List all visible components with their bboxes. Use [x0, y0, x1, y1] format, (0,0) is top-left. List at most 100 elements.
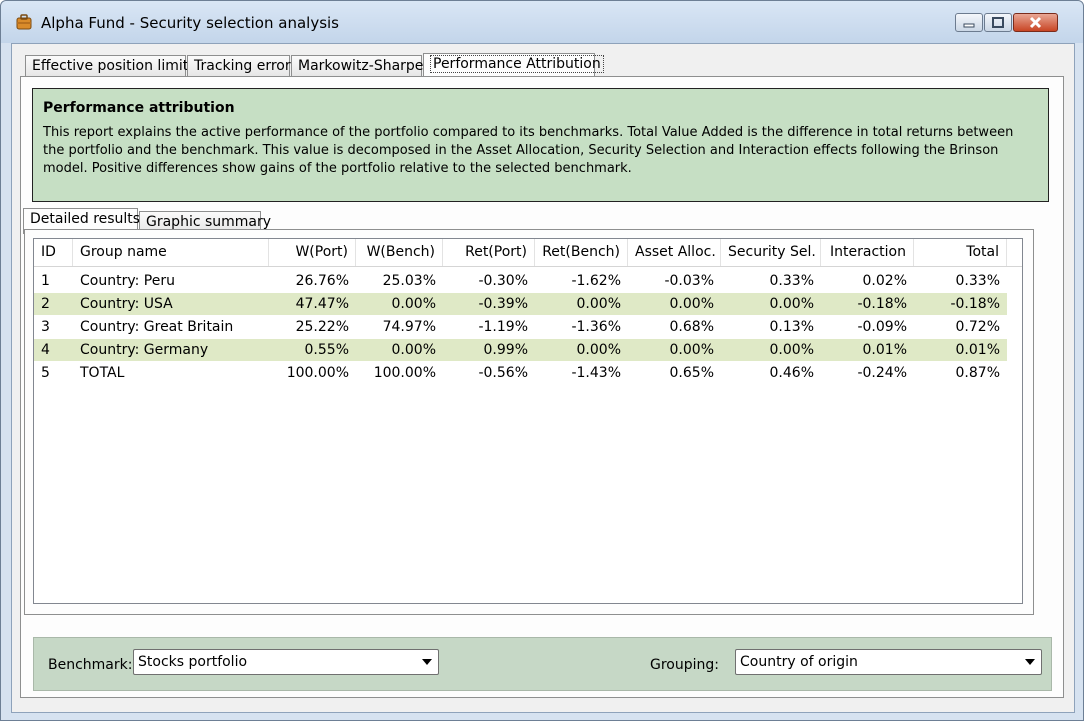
cell-ret-bench: 0.00% [535, 339, 628, 361]
cell-total: 0.01% [914, 339, 1007, 361]
info-title: Performance attribution [43, 100, 235, 116]
options-bar: Benchmark: Stocks portfolio Grouping: Co… [33, 637, 1052, 691]
col-header-id[interactable]: ID [34, 239, 73, 266]
maximize-icon [992, 17, 1004, 28]
table-row[interactable]: 5 TOTAL 100.00% 100.00% -0.56% -1.43% 0.… [34, 362, 1022, 385]
tab-label: Performance Attribution [430, 55, 604, 73]
cell-interaction: -0.24% [857, 365, 907, 381]
cell-group-name: Country: Peru [80, 273, 175, 289]
cell-id: 5 [41, 365, 50, 381]
maximize-button[interactable] [984, 13, 1012, 32]
tab-tracking-error[interactable]: Tracking error [187, 55, 291, 77]
cell-ret-port: -0.39% [443, 293, 535, 315]
cell-security-sel: 0.46% [769, 365, 814, 381]
col-header-ret-port[interactable]: Ret(Port) [443, 239, 535, 266]
cell-ret-bench: -1.36% [571, 319, 621, 335]
cell-w-bench: 100.00% [373, 365, 436, 381]
cell-w-port: 25.22% [295, 319, 349, 335]
tab-label: Effective position limits [32, 58, 196, 74]
benchmark-select[interactable]: Stocks portfolio [133, 649, 439, 675]
cell-ret-bench: -1.62% [571, 273, 621, 289]
cell-asset-alloc: 0.00% [628, 339, 721, 361]
cell-security-sel: 0.00% [721, 339, 821, 361]
app-window: Alpha Fund - Security selection analysis… [0, 0, 1084, 721]
performance-attribution-panel: Performance attribution This report expl… [20, 76, 1064, 698]
cell-ret-port: -1.19% [478, 319, 528, 335]
cell-security-sel: 0.13% [769, 319, 814, 335]
cell-asset-alloc: -0.03% [664, 273, 714, 289]
cell-interaction: -0.09% [857, 319, 907, 335]
table-header: ID Group name W(Port) W(Bench) Ret(Port)… [34, 239, 1022, 267]
results-table[interactable]: ID Group name W(Port) W(Bench) Ret(Port)… [33, 238, 1023, 604]
table-row[interactable]: 4 Country: Germany 0.55% 0.00% 0.99% 0.0… [34, 339, 1022, 362]
cell-total: -0.18% [914, 293, 1007, 315]
tab-performance-attribution[interactable]: Performance Attribution [423, 53, 604, 78]
cell-w-bench: 25.03% [382, 273, 436, 289]
cell-ret-bench: 0.00% [535, 293, 628, 315]
col-header-w-port[interactable]: W(Port) [269, 239, 356, 266]
cell-security-sel: 0.00% [721, 293, 821, 315]
cell-interaction: 0.02% [862, 273, 907, 289]
cell-id: 3 [41, 319, 50, 335]
table-row[interactable]: 1 Country: Peru 26.76% 25.03% -0.30% -1.… [34, 270, 1022, 293]
cell-total: 0.33% [955, 273, 1000, 289]
minimize-icon [963, 23, 975, 28]
tab-effective-position-limits[interactable]: Effective position limits [25, 55, 196, 77]
cell-id: 4 [34, 339, 73, 361]
cell-group-name: Country: Germany [73, 339, 269, 361]
minimize-button[interactable] [955, 13, 983, 32]
title-bar[interactable]: Alpha Fund - Security selection analysis [1, 1, 1083, 43]
cell-w-bench: 0.00% [356, 339, 443, 361]
grouping-value: Country of origin [740, 654, 858, 670]
info-text: This report explains the active performa… [43, 125, 1014, 176]
cell-total: 0.72% [955, 319, 1000, 335]
col-header-total[interactable]: Total [914, 239, 1007, 266]
col-header-group-name[interactable]: Group name [73, 239, 269, 266]
cell-w-bench: 0.00% [356, 293, 443, 315]
close-button[interactable] [1013, 13, 1058, 32]
col-header-security-sel[interactable]: Security Sel. [721, 239, 821, 266]
cell-ret-port: -0.56% [478, 365, 528, 381]
col-header-interaction[interactable]: Interaction [821, 239, 914, 266]
detailed-results-panel: ID Group name W(Port) W(Bench) Ret(Port)… [24, 229, 1034, 615]
cell-group-name: Country: USA [73, 293, 269, 315]
cell-w-port: 100.00% [286, 365, 349, 381]
tab-markowitz-sharpe[interactable]: Markowitz-Sharpe [291, 55, 424, 77]
cell-w-port: 26.76% [295, 273, 349, 289]
cell-security-sel: 0.33% [769, 273, 814, 289]
cell-interaction: 0.01% [821, 339, 914, 361]
col-header-asset-alloc[interactable]: Asset Alloc. [628, 239, 721, 266]
benchmark-value: Stocks portfolio [138, 654, 248, 670]
cell-ret-port: -0.30% [478, 273, 528, 289]
cell-interaction: -0.18% [821, 293, 914, 315]
cell-w-port: 47.47% [269, 293, 356, 315]
benchmark-label: Benchmark: [48, 657, 133, 673]
cell-id: 2 [34, 293, 73, 315]
cell-total: 0.87% [955, 365, 1000, 381]
window-title: Alpha Fund - Security selection analysis [41, 14, 339, 32]
chevron-down-icon [1025, 659, 1035, 665]
tab-label: Tracking error [194, 58, 291, 74]
table-row[interactable]: 3 Country: Great Britain 25.22% 74.97% -… [34, 316, 1022, 339]
grouping-label: Grouping: [650, 657, 719, 673]
chevron-down-icon [422, 659, 432, 665]
col-header-ret-bench[interactable]: Ret(Bench) [535, 239, 628, 266]
app-briefcase-icon [16, 14, 32, 30]
cell-ret-bench: -1.43% [571, 365, 621, 381]
cell-id: 1 [41, 273, 50, 289]
cell-asset-alloc: 0.65% [669, 365, 714, 381]
tab-label: Detailed results [30, 211, 141, 227]
tab-label: Markowitz-Sharpe [298, 58, 424, 74]
cell-group-name: Country: Great Britain [80, 319, 234, 335]
cell-asset-alloc: 0.68% [669, 319, 714, 335]
cell-group-name: TOTAL [80, 365, 125, 381]
col-header-w-bench[interactable]: W(Bench) [356, 239, 443, 266]
tab-label: Graphic summary [146, 214, 272, 230]
info-box: Performance attribution This report expl… [32, 88, 1049, 202]
cell-asset-alloc: 0.00% [628, 293, 721, 315]
close-icon [1029, 16, 1042, 29]
grouping-select[interactable]: Country of origin [735, 649, 1042, 675]
table-row[interactable]: 2 Country: USA 47.47% 0.00% -0.39% 0.00%… [34, 293, 1022, 316]
cell-w-port: 0.55% [269, 339, 356, 361]
client-area: Effective position limits Tracking error… [11, 43, 1075, 713]
